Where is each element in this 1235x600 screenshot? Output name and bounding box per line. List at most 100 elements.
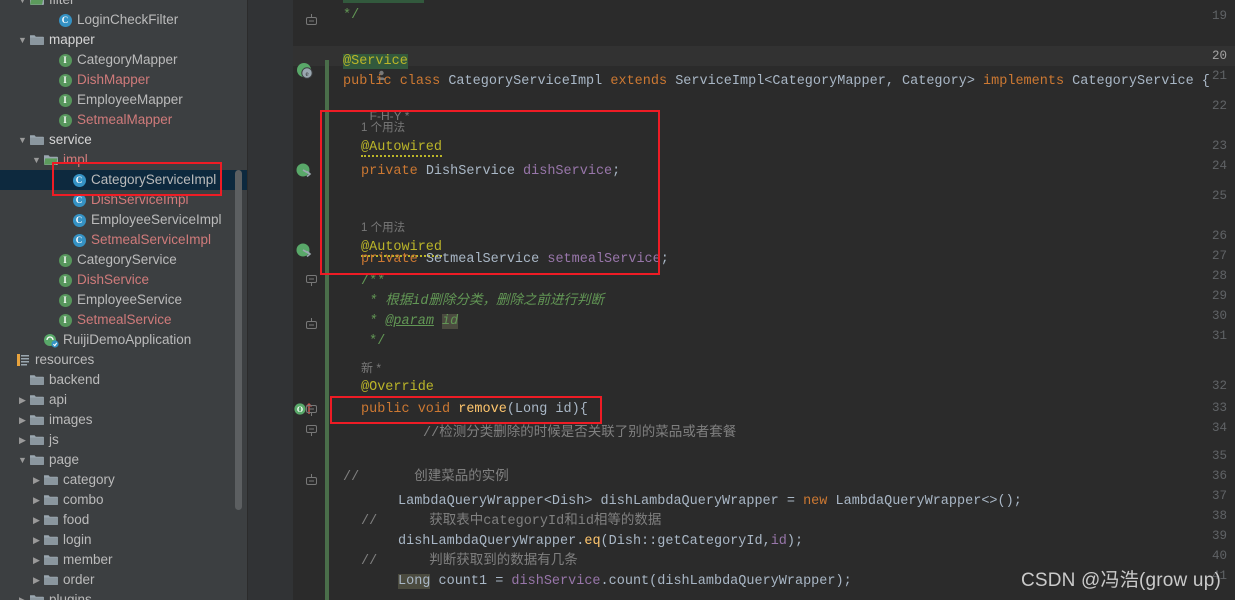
chevron-right-icon[interactable]: ▶ [30, 575, 43, 585]
usage-hint-2[interactable]: 1 个用法 [361, 218, 405, 238]
folder-icon [43, 472, 59, 488]
chevron-right-icon[interactable]: ▶ [30, 515, 43, 525]
tree-item-label: order [63, 572, 95, 587]
code-token: id [442, 314, 459, 329]
folder-icon [43, 512, 59, 528]
tree-item-categoryservice[interactable]: ▶ICategoryService [0, 250, 248, 270]
code-token: count1 = [430, 574, 512, 589]
tree-item-combo[interactable]: ▶ combo [0, 490, 248, 510]
chevron-down-icon[interactable]: ▼ [16, 135, 29, 145]
tree-item-service[interactable]: ▼ service [0, 130, 248, 150]
tree-item-label: js [49, 432, 59, 447]
tree-item-employeemapper[interactable]: ▶IEmployeeMapper [0, 90, 248, 110]
tree-item-label: member [63, 552, 113, 567]
code-token: ServiceImpl<CategoryMapper, Category> [675, 74, 984, 89]
usage-hint-1[interactable]: 1 个用法 [361, 118, 405, 138]
tree-item-employeeserviceimpl[interactable]: ▶CEmployeeServiceImpl [0, 210, 248, 230]
chevron-right-icon[interactable]: ▶ [30, 555, 43, 565]
chevron-right-icon[interactable]: ▶ [16, 435, 29, 445]
tree-item-api[interactable]: ▶ api [0, 390, 248, 410]
code-token: @Override [361, 380, 434, 395]
tree-item-label: backend [49, 372, 101, 387]
class-icon: C [71, 172, 87, 188]
tree-item-order[interactable]: ▶ order [0, 570, 248, 590]
interface-icon: I [57, 312, 73, 328]
tree-item-label: images [49, 412, 93, 427]
chevron-down-icon[interactable]: ▼ [16, 35, 29, 45]
implemented-method-gutter-icon[interactable] [296, 162, 313, 184]
tree-item-backend[interactable]: ▶backend [0, 370, 248, 390]
tree-item-categoryserviceimpl[interactable]: ▶CCategoryServiceImpl [0, 170, 248, 190]
chevron-right-icon[interactable]: ▶ [16, 395, 29, 405]
tree-item-ruijidemoapplication[interactable]: ▶RuijiDemoApplication [0, 330, 248, 350]
code-line-38: // 获取表中categoryId和id相等的数据 [361, 512, 661, 532]
interface-icon: I [57, 252, 73, 268]
code-line-40: // 判断获取到的数据有几条 [361, 552, 578, 572]
tree-item-label: food [63, 512, 90, 527]
code-token: (Long id){ [506, 402, 588, 417]
fold-marker[interactable] [306, 273, 317, 286]
project-tool-window[interactable]: ▼ filter ▶ C LoginCheckFilter ▼ mapper ▶ I Catego… [0, 0, 248, 600]
tree-item-page[interactable]: ▼ page [0, 450, 248, 470]
fold-end-marker[interactable] [306, 316, 317, 329]
code-editor[interactable]: e O 19 20 21 22 23 24 25 26 27 28 29 30 … [248, 0, 1235, 600]
chevron-right-icon[interactable]: ▶ [30, 535, 43, 545]
tree-item-setmealservice[interactable]: ▶ISetmealService [0, 310, 248, 330]
tree-item-filter[interactable]: ▼ filter [0, 0, 248, 10]
tree-item-logincheckfilter[interactable]: ▶CLoginCheckFilter [0, 10, 248, 30]
code-token: .count(dishLambdaQueryWrapper); [600, 574, 852, 589]
chevron-down-icon[interactable]: ▼ [30, 155, 43, 165]
tree-item-js[interactable]: ▶ js [0, 430, 248, 450]
code-line-19: */ [343, 6, 359, 26]
folder-open-icon [43, 152, 59, 168]
tree-item-setmealserviceimpl[interactable]: ▶CSetmealServiceImpl [0, 230, 248, 250]
tree-item-resources[interactable]: ▶resources [0, 350, 248, 370]
tree-item-images[interactable]: ▶ images [0, 410, 248, 430]
implemented-method-gutter-icon[interactable] [296, 242, 313, 264]
code-line-28: /** [361, 272, 385, 292]
fold-end-marker[interactable] [306, 472, 317, 485]
new-inlay-hint: 新 * [361, 361, 382, 375]
code-token: setmealService [547, 252, 661, 267]
run-class-gutter-icon[interactable]: e [296, 62, 313, 84]
chevron-down-icon[interactable]: ▼ [16, 0, 29, 5]
tree-item-label: RuijiDemoApplication [63, 332, 192, 347]
fold-marker[interactable] [306, 403, 317, 416]
chevron-right-icon[interactable]: ▶ [16, 595, 29, 600]
author-inlay-hint: F-H-Y * [343, 26, 409, 123]
tree-item-login[interactable]: ▶ login [0, 530, 248, 550]
tree-item-label: category [63, 472, 115, 487]
fold-end-marker[interactable] [306, 12, 317, 25]
tree-item-food[interactable]: ▶ food [0, 510, 248, 530]
tree-item-employeeservice[interactable]: ▶IEmployeeService [0, 290, 248, 310]
tree-item-mapper[interactable]: ▼ mapper [0, 30, 248, 50]
chevron-right-icon[interactable]: ▶ [30, 495, 43, 505]
tree-item-label: mapper [49, 32, 95, 47]
tree-item-plugins[interactable]: ▶ plugins [0, 590, 248, 600]
tree-item-label: api [49, 392, 68, 407]
tree-item-label: EmployeeServiceImpl [91, 212, 222, 227]
project-tree-scrollbar[interactable] [235, 170, 242, 510]
code-token: dishService [511, 574, 601, 589]
tree-item-categorymapper[interactable]: ▶ICategoryMapper [0, 50, 248, 70]
tree-item-impl[interactable]: ▼ impl [0, 150, 248, 170]
tree-item-dishmapper[interactable]: ▶IDishMapper [0, 70, 248, 90]
folder-icon [43, 492, 59, 508]
tree-item-category[interactable]: ▶ category [0, 470, 248, 490]
folder-icon [29, 412, 45, 428]
fold-marker[interactable] [306, 423, 317, 436]
tree-item-member[interactable]: ▶ member [0, 550, 248, 570]
code-line-41: Long count1 = dishService.count(dishLamb… [398, 572, 852, 592]
project-tree[interactable]: ▼ filter ▶ C LoginCheckFilter ▼ mapper ▶ I Catego… [0, 0, 248, 600]
class-icon: C [71, 212, 87, 228]
chevron-right-icon[interactable]: ▶ [16, 415, 29, 425]
chevron-down-icon[interactable]: ▼ [16, 455, 29, 465]
chevron-right-icon[interactable]: ▶ [30, 475, 43, 485]
tree-item-setmealmapper[interactable]: ▶ISetmealMapper [0, 110, 248, 130]
folder-open-icon [29, 0, 45, 8]
tree-item-label: DishMapper [77, 72, 150, 87]
fold-column[interactable] [248, 0, 323, 600]
code-text-area[interactable]: */ F-H-Y * @Service public class Categor… [323, 0, 1235, 600]
tree-item-dishserviceimpl[interactable]: ▶CDishServiceImpl [0, 190, 248, 210]
tree-item-dishservice[interactable]: ▶IDishService [0, 270, 248, 290]
